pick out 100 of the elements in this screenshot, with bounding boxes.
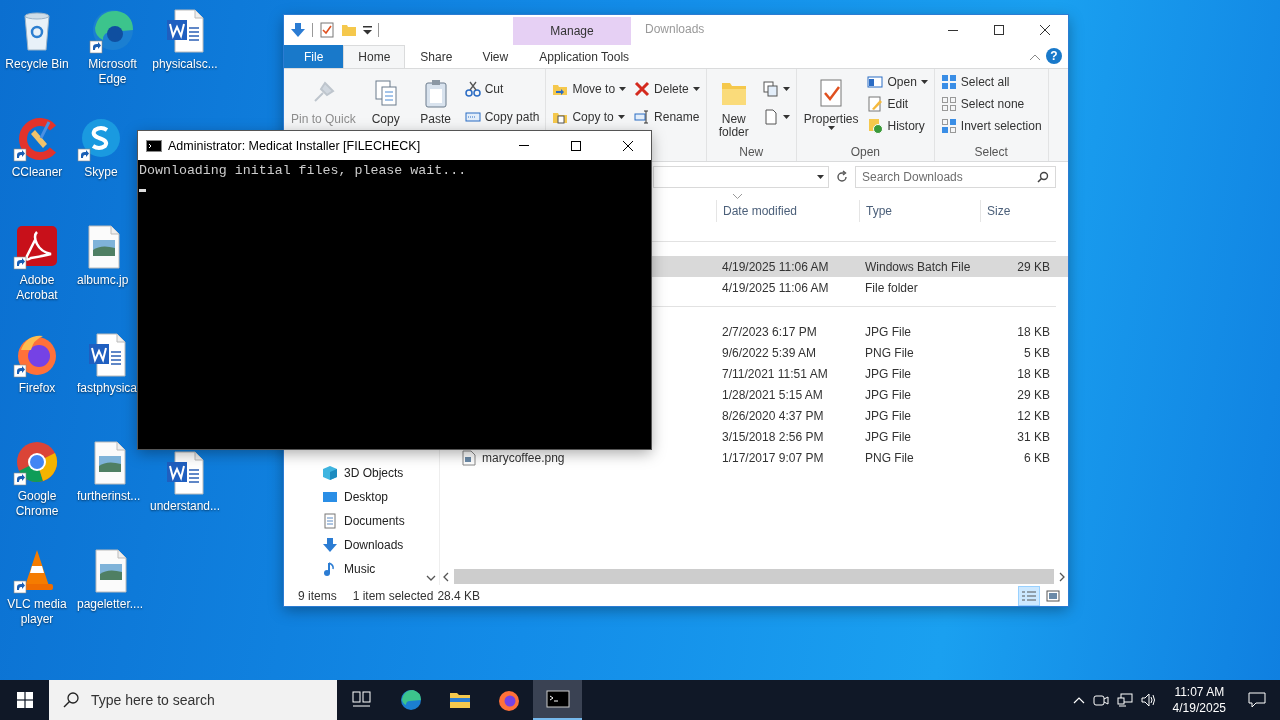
search-field[interactable]: Search Downloads xyxy=(855,166,1056,188)
ribbon-button[interactable]: New folder xyxy=(710,71,757,139)
date-cell: 2/7/2023 6:17 PM xyxy=(722,324,817,339)
desktop-shortcut[interactable]: Adobe Acrobat xyxy=(0,220,74,303)
group-label: New xyxy=(738,145,765,161)
file-row[interactable]: marycoffee.png 1/17/2017 9:07 PM PNG File 6 KB xyxy=(440,447,1068,468)
terminal-icon xyxy=(146,139,162,152)
file-row[interactable]: 1/28/2021 5:15 AM JPG File 29 KB xyxy=(651,384,1068,405)
caret-icon xyxy=(920,80,928,84)
clock[interactable]: 11:07 AM 4/19/2025 xyxy=(1164,684,1234,716)
taskbar-search-field[interactable]: Type here to search xyxy=(49,680,337,720)
ribbon-button[interactable]: Copy path xyxy=(462,106,542,128)
refresh-icon[interactable] xyxy=(835,170,849,184)
scrollbar-thumb[interactable] xyxy=(454,569,1054,584)
item-count: 9 items xyxy=(298,588,337,603)
column-header[interactable]: Size xyxy=(987,204,1011,218)
desktop-shortcut[interactable]: Recycle Bin xyxy=(5,4,69,72)
ribbon-button[interactable]: Rename xyxy=(632,106,702,128)
ribbon-button[interactable]: Select all xyxy=(938,71,1044,93)
desktop-shortcut[interactable]: Firefox xyxy=(13,328,61,396)
scroll-right-icon[interactable] xyxy=(1058,571,1066,582)
ribbon-icon-button[interactable] xyxy=(760,78,792,100)
volume-icon[interactable] xyxy=(1140,692,1157,708)
camera-icon[interactable] xyxy=(1092,692,1109,708)
desktop-shortcut[interactable]: albumc.jp xyxy=(77,220,129,288)
close-icon xyxy=(623,140,633,151)
customize-dropdown-icon[interactable] xyxy=(363,25,372,35)
scroll-down-icon[interactable] xyxy=(425,575,436,581)
pencil-page-icon xyxy=(867,96,884,112)
ribbon-button[interactable]: Properties xyxy=(800,71,862,130)
desktop-shortcut[interactable]: Microsoft Edge xyxy=(77,4,148,87)
nav-item[interactable]: 3D Objects xyxy=(322,461,422,485)
file-row[interactable]: 8/26/2020 4:37 PM JPG File 12 KB xyxy=(651,405,1068,426)
desktop-shortcut[interactable]: Skype xyxy=(77,112,125,180)
file-row[interactable]: 2/7/2023 6:17 PM JPG File 18 KB xyxy=(651,321,1068,342)
ribbon-button[interactable]: History xyxy=(865,115,930,137)
column-header[interactable]: Date modified xyxy=(723,204,798,218)
nav-item[interactable]: Downloads xyxy=(322,533,422,557)
column-header[interactable]: Type xyxy=(866,204,892,218)
file-row[interactable]: 7/11/2021 11:51 AM JPG File 18 KB xyxy=(651,363,1068,384)
minimize-icon xyxy=(948,29,958,31)
taskbar-app[interactable] xyxy=(533,680,582,720)
console-output: Downloading initial files, please wait... xyxy=(139,162,468,179)
nav-item[interactable]: Music xyxy=(322,557,422,581)
network-icon[interactable] xyxy=(1116,692,1133,708)
desktop-shortcut[interactable]: furtherinst... xyxy=(77,436,141,504)
type-cell: PNG File xyxy=(865,345,914,360)
window-icon xyxy=(867,74,884,90)
file-row[interactable]: 3/15/2018 2:56 PM JPG File 31 KB xyxy=(651,426,1068,447)
grid-icon xyxy=(940,96,957,112)
type-cell: JPG File xyxy=(865,408,911,423)
desktop-shortcut[interactable]: CCleaner xyxy=(11,112,63,180)
ribbon-tab[interactable]: View xyxy=(467,45,524,68)
ribbon-button[interactable]: Cut xyxy=(462,78,542,100)
ribbon-tab[interactable]: Application Tools xyxy=(525,45,644,68)
ribbon-button[interactable]: Invert selection xyxy=(938,115,1044,137)
desktop-shortcut[interactable]: physicalsc... xyxy=(152,4,218,72)
ribbon-button[interactable]: Move to xyxy=(550,78,629,100)
notification-icon[interactable] xyxy=(1248,692,1266,708)
help-button[interactable]: ? xyxy=(1046,48,1062,64)
nav-item[interactable]: Desktop xyxy=(322,485,422,509)
ribbon-tab[interactable]: Share xyxy=(405,45,468,68)
text-cursor xyxy=(139,189,146,192)
wave-logo-icon xyxy=(398,688,423,712)
file-name: marycoffee.png xyxy=(482,450,565,465)
ribbon-button[interactable]: Select none xyxy=(938,93,1044,115)
ribbon-button[interactable]: Edit xyxy=(865,93,930,115)
file-row[interactable]: 4/19/2025 11:06 AM Windows Batch File 29 KB xyxy=(651,256,1068,277)
desktop-shortcut[interactable]: Google Chrome xyxy=(0,436,74,519)
type-cell: JPG File xyxy=(865,324,911,339)
desktop-shortcut[interactable]: understand... xyxy=(149,446,221,514)
ribbon-tab[interactable]: Home xyxy=(343,45,406,68)
selection-size: 28.4 KB xyxy=(437,588,481,603)
windows-logo-icon xyxy=(16,692,33,708)
minimize-icon xyxy=(519,145,529,146)
checkmark-page-icon[interactable] xyxy=(319,22,335,38)
file-row[interactable]: 9/6/2022 5:39 AM PNG File 5 KB xyxy=(651,342,1068,363)
close-icon xyxy=(1040,25,1050,35)
ribbon-button[interactable]: Copy xyxy=(362,71,409,126)
ribbon-button[interactable]: Open xyxy=(865,71,930,93)
nav-item[interactable]: Documents xyxy=(322,509,422,533)
size-cell: 18 KB xyxy=(1017,366,1050,381)
ribbon-button[interactable]: Copy to xyxy=(550,106,629,128)
size-cell: 29 KB xyxy=(1017,259,1050,274)
ribbon-button[interactable]: Delete xyxy=(632,78,702,100)
ribbon-button[interactable]: Paste xyxy=(412,71,459,126)
collapse-ribbon-icon[interactable] xyxy=(1030,54,1040,60)
group-label: Open xyxy=(849,145,881,161)
desktop-shortcut[interactable]: pageletter.... xyxy=(77,544,144,612)
chevron-up-icon[interactable] xyxy=(1072,696,1085,704)
type-cell: Windows Batch File xyxy=(865,259,971,274)
desktop-shortcut[interactable]: VLC media player xyxy=(0,544,74,627)
window-title: Administrator: Medicat Installer [FILECHECK] xyxy=(168,138,421,153)
type-cell: JPG File xyxy=(865,429,911,444)
scroll-left-icon[interactable] xyxy=(442,571,450,582)
type-cell: JPG File xyxy=(865,387,911,402)
file-row[interactable]: 4/19/2025 11:06 AM File folder xyxy=(651,277,1068,298)
desktop-shortcut[interactable]: fastphysica xyxy=(77,328,138,396)
view-button[interactable] xyxy=(1018,585,1040,606)
ribbon-tab[interactable]: File xyxy=(284,45,344,68)
